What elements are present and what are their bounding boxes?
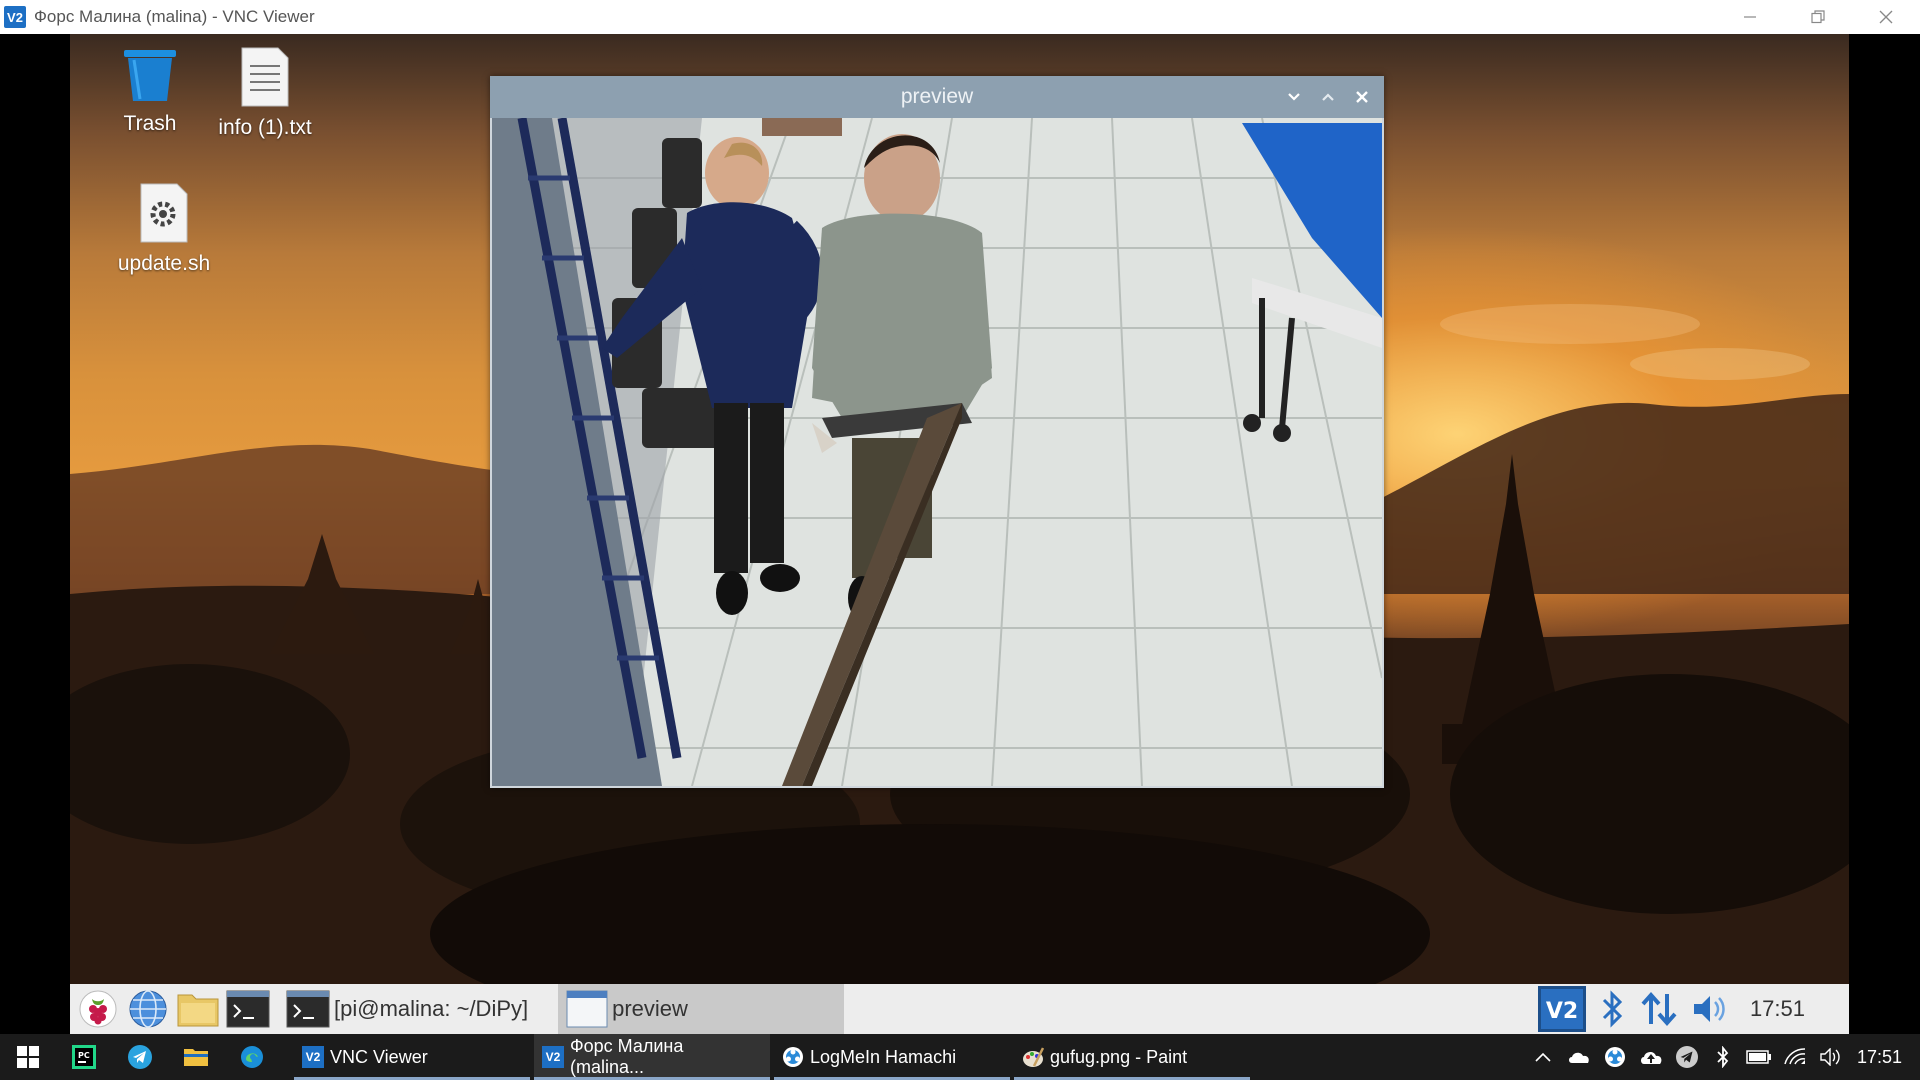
- wifi-icon: [1784, 1048, 1806, 1065]
- web-browser-button[interactable]: [126, 987, 170, 1031]
- start-button[interactable]: [0, 1034, 56, 1080]
- taskbar-app-vnc-session[interactable]: V2 Форс Малина (malina...: [534, 1034, 770, 1080]
- svg-text:V2: V2: [1546, 999, 1578, 1024]
- bluetooth-icon: [1717, 1046, 1729, 1068]
- terminal-button[interactable]: [226, 987, 270, 1031]
- chevron-up-icon: [1535, 1052, 1551, 1062]
- restore-icon: [1811, 10, 1825, 24]
- preview-maximize-button[interactable]: [1316, 85, 1340, 109]
- taskbar-app-vnc-viewer[interactable]: V2 VNC Viewer: [294, 1034, 530, 1080]
- restore-button[interactable]: [1784, 0, 1852, 34]
- taskbar-app-label: VNC Viewer: [330, 1046, 428, 1067]
- raspberry-menu-button[interactable]: [76, 987, 120, 1031]
- tray-onedrive[interactable]: [1561, 1034, 1597, 1080]
- pi-tray-bluetooth[interactable]: [1600, 984, 1626, 1034]
- svg-text:PC: PC: [78, 1051, 90, 1060]
- terminal-icon: [286, 990, 330, 1028]
- windows-start-icon: [17, 1046, 39, 1068]
- tray-overflow-button[interactable]: [1525, 1034, 1561, 1080]
- vnc-app-icon: V2: [4, 6, 26, 28]
- desktop-icon-label: update.sh: [117, 252, 211, 275]
- desktop-icon-info-txt[interactable]: info (1).txt: [210, 46, 320, 140]
- tray-wifi[interactable]: [1777, 1034, 1813, 1080]
- vnc-icon: V2: [542, 1046, 564, 1068]
- text-file-icon: [241, 47, 289, 107]
- preview-close-button[interactable]: [1350, 85, 1374, 109]
- pi-taskbar[interactable]: [pi@malina: ~/DiPy] preview V2 17:51: [70, 984, 1849, 1034]
- camera-feed: [492, 118, 1382, 786]
- close-icon: [1879, 10, 1893, 24]
- pi-tray-volume[interactable]: [1692, 984, 1730, 1034]
- web-browser-icon: [129, 990, 167, 1028]
- terminal-icon: [226, 990, 270, 1028]
- desktop-icon-label: Trash: [123, 112, 177, 135]
- desktop-icon-update-sh[interactable]: update.sh: [109, 182, 219, 276]
- tray-speaker[interactable]: [1813, 1034, 1849, 1080]
- maximize-icon: [1322, 93, 1334, 101]
- taskbar-app-paint[interactable]: gufug.png - Paint: [1014, 1034, 1250, 1080]
- letterbox-left: [0, 34, 70, 1034]
- network-icon: [1641, 991, 1677, 1027]
- tray-battery[interactable]: [1741, 1034, 1777, 1080]
- trash-icon: [124, 50, 176, 101]
- taskbar-app-label: gufug.png - Paint: [1050, 1046, 1188, 1067]
- desktop-icon-trash[interactable]: Trash: [95, 46, 205, 136]
- taskbar-app-label: Форс Малина (malina...: [569, 1036, 684, 1077]
- telegram-icon: [1675, 1046, 1698, 1068]
- telegram-icon: [128, 1045, 152, 1069]
- vnc-icon: V2: [302, 1046, 324, 1068]
- taskbar-app-hamachi[interactable]: LogMeIn Hamachi: [774, 1034, 1010, 1080]
- window-icon: [566, 990, 608, 1028]
- close-button[interactable]: [1852, 0, 1920, 34]
- preview-minimize-button[interactable]: [1282, 85, 1306, 109]
- file-explorer-icon: [184, 1049, 208, 1066]
- tray-hamachi[interactable]: [1597, 1034, 1633, 1080]
- pinned-telegram[interactable]: [112, 1034, 168, 1080]
- pi-task-terminal[interactable]: [pi@malina: ~/DiPy]: [278, 984, 536, 1034]
- pi-tray-network[interactable]: [1640, 984, 1678, 1034]
- pycharm-icon: PC: [72, 1045, 96, 1069]
- window-title: Форс Малина (malina) - VNC Viewer: [34, 7, 315, 26]
- pi-tray-vnc[interactable]: V2: [1537, 984, 1586, 1034]
- bluetooth-icon: [1602, 990, 1623, 1028]
- file-manager-button[interactable]: [176, 987, 220, 1031]
- pi-task-label: preview: [612, 996, 688, 1021]
- windows-taskbar[interactable]: PC V2 VNC Viewer V2 Форс Малина (malina.…: [0, 1034, 1920, 1080]
- script-file-icon: [140, 183, 188, 243]
- cloud-upload-icon: [1640, 1051, 1662, 1064]
- minimize-icon: [1288, 93, 1300, 101]
- preview-titlebar[interactable]: preview: [490, 76, 1384, 118]
- pi-task-label: [pi@malina: ~/DiPy]: [334, 996, 529, 1021]
- remote-desktop[interactable]: Trash info (1).txt update.sh preview [pi…: [70, 34, 1849, 1034]
- onedrive-icon: [1568, 1052, 1589, 1063]
- paint-icon: [1023, 1047, 1044, 1067]
- letterbox-right: [1849, 34, 1920, 1034]
- pinned-pycharm[interactable]: PC: [56, 1034, 112, 1080]
- taskbar-app-label: LogMeIn Hamachi: [810, 1046, 957, 1067]
- tray-telegram[interactable]: [1669, 1034, 1705, 1080]
- close-icon: [1356, 91, 1368, 103]
- speaker-icon: [1820, 1048, 1840, 1066]
- tray-bluetooth[interactable]: [1705, 1034, 1741, 1080]
- volume-icon: [1693, 996, 1725, 1022]
- pinned-edge[interactable]: [224, 1034, 280, 1080]
- minimize-button[interactable]: [1716, 0, 1784, 34]
- tray-cloud-upload[interactable]: [1633, 1034, 1669, 1080]
- pinned-file-explorer[interactable]: [168, 1034, 224, 1080]
- vnc-window-titlebar[interactable]: V2 Форс Малина (malina) - VNC Viewer: [0, 0, 1920, 34]
- raspberry-menu-icon: [79, 990, 117, 1028]
- pi-clock[interactable]: 17:51: [1750, 996, 1805, 1022]
- file-manager-icon: [177, 994, 219, 1027]
- minimize-icon: [1744, 16, 1756, 18]
- pi-task-preview[interactable]: preview: [558, 984, 845, 1034]
- hamachi-icon: [783, 1047, 803, 1067]
- preview-title: preview: [900, 85, 974, 108]
- taskbar-clock[interactable]: 17:51: [1857, 1047, 1902, 1068]
- edge-icon: [241, 1046, 263, 1068]
- desktop-icon-label: info (1).txt: [218, 116, 312, 139]
- battery-icon: [1746, 1050, 1771, 1064]
- preview-window[interactable]: preview: [490, 76, 1384, 788]
- vnc-icon: V2: [1537, 986, 1586, 1032]
- hamachi-icon: [1604, 1047, 1625, 1067]
